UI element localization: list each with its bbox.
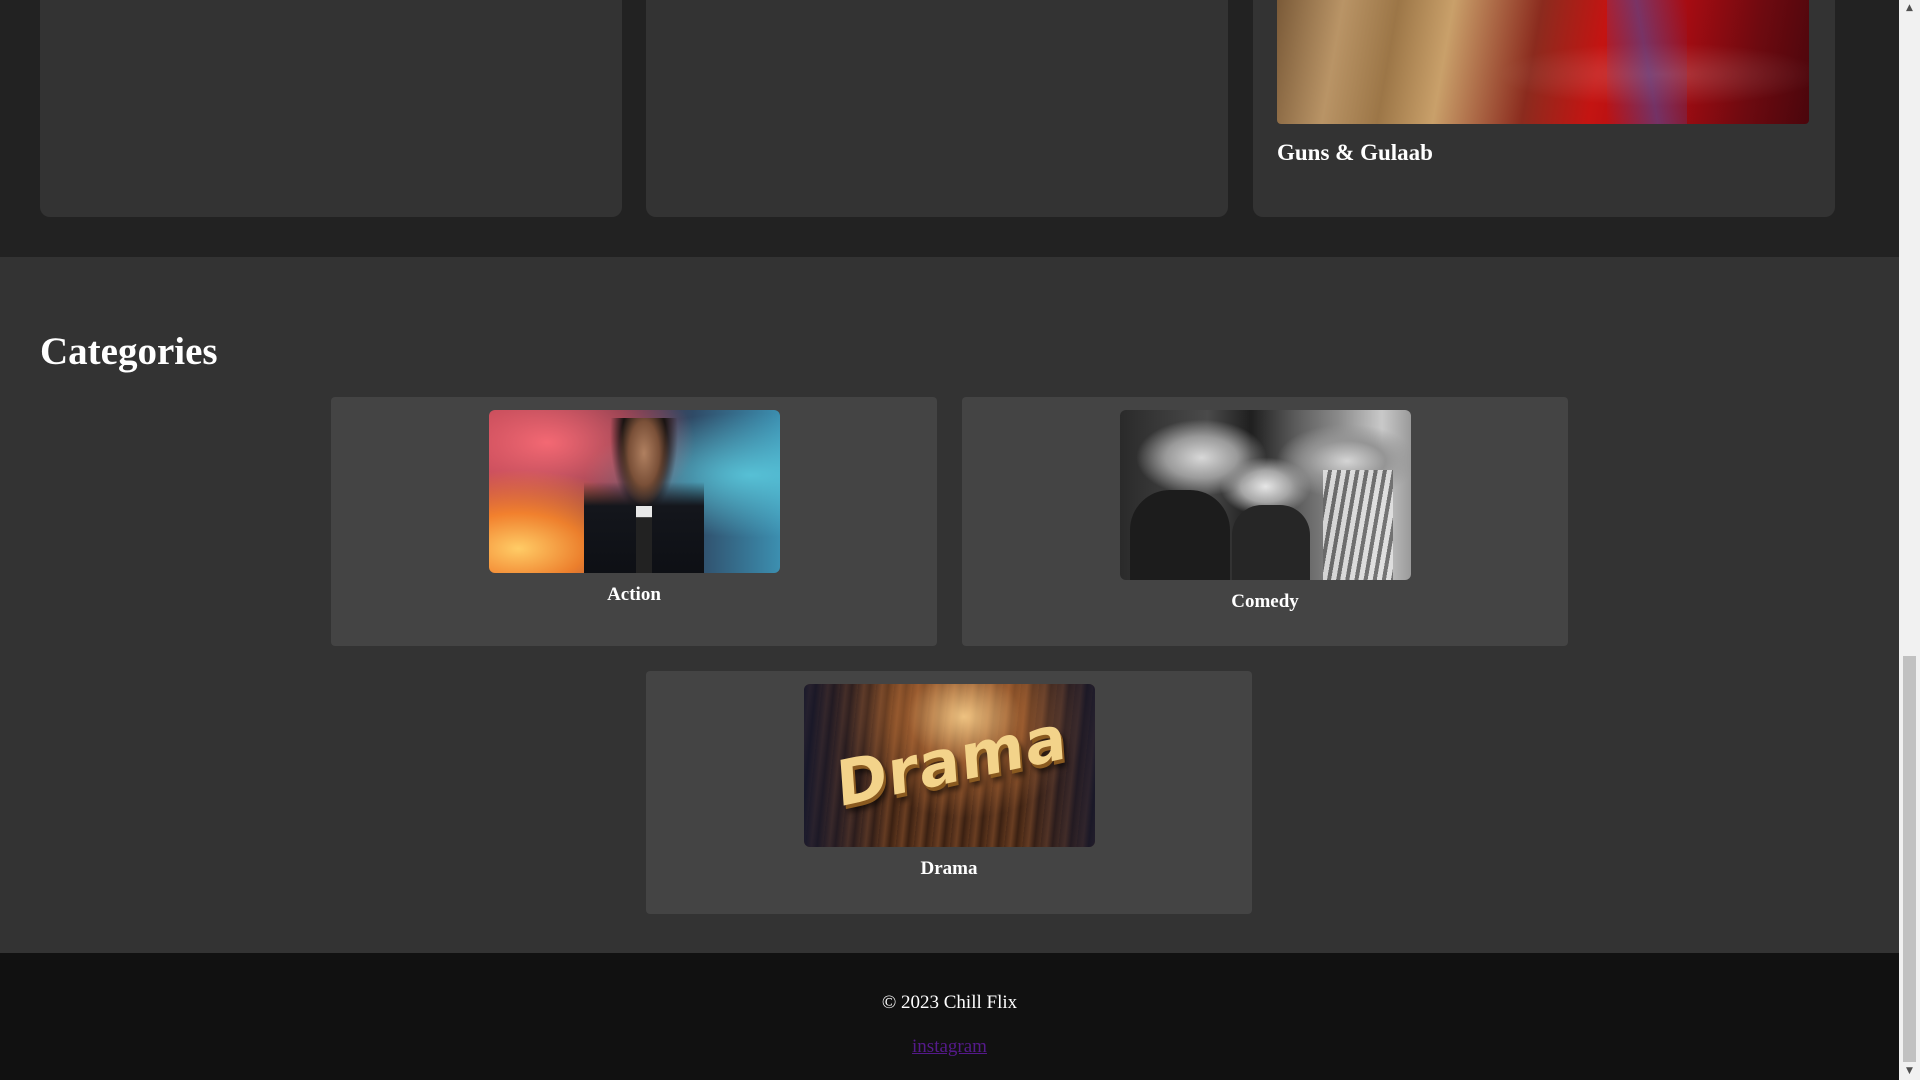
categories-section: Categories Action Comedy Drama Drama	[0, 257, 1899, 953]
category-label: Action	[607, 584, 661, 605]
category-label: Comedy	[1231, 591, 1299, 612]
footer: © 2023 Chill Flix instagram	[0, 953, 1899, 1080]
comedian-figure	[1130, 490, 1230, 580]
comedian-figure	[1232, 505, 1310, 580]
category-card-drama[interactable]: Drama Drama	[646, 671, 1252, 914]
movies-section: Guns & Gulaab	[0, 0, 1899, 257]
movie-card[interactable]	[40, 0, 622, 217]
category-card-comedy[interactable]: Comedy	[962, 397, 1568, 646]
scroll-up-arrow-icon[interactable]: ▲	[1899, 0, 1920, 17]
categories-heading: Categories	[40, 330, 218, 373]
instagram-link[interactable]: instagram	[0, 1036, 1899, 1058]
copyright-text: © 2023 Chill Flix	[881, 992, 1018, 1013]
vertical-scrollbar[interactable]: ▲ ▼	[1899, 0, 1920, 1080]
action-thumbnail-image[interactable]	[489, 410, 780, 573]
scroll-down-arrow-icon[interactable]: ▼	[1899, 1063, 1920, 1080]
drama-thumbnail-image[interactable]: Drama	[804, 684, 1095, 847]
comedy-thumbnail-image[interactable]	[1120, 410, 1411, 580]
scrollbar-thumb[interactable]	[1903, 656, 1916, 1062]
category-label: Drama	[920, 858, 978, 879]
movie-poster-image[interactable]	[1277, 0, 1809, 124]
movie-card-guns-and-gulaab[interactable]: Guns & Gulaab	[1253, 0, 1835, 217]
comedian-figure	[1323, 470, 1393, 580]
category-card-action[interactable]: Action	[331, 397, 937, 646]
action-hero-figure	[584, 418, 704, 573]
movie-card[interactable]	[646, 0, 1228, 217]
movie-title: Guns & Gulaab	[1277, 140, 1433, 165]
